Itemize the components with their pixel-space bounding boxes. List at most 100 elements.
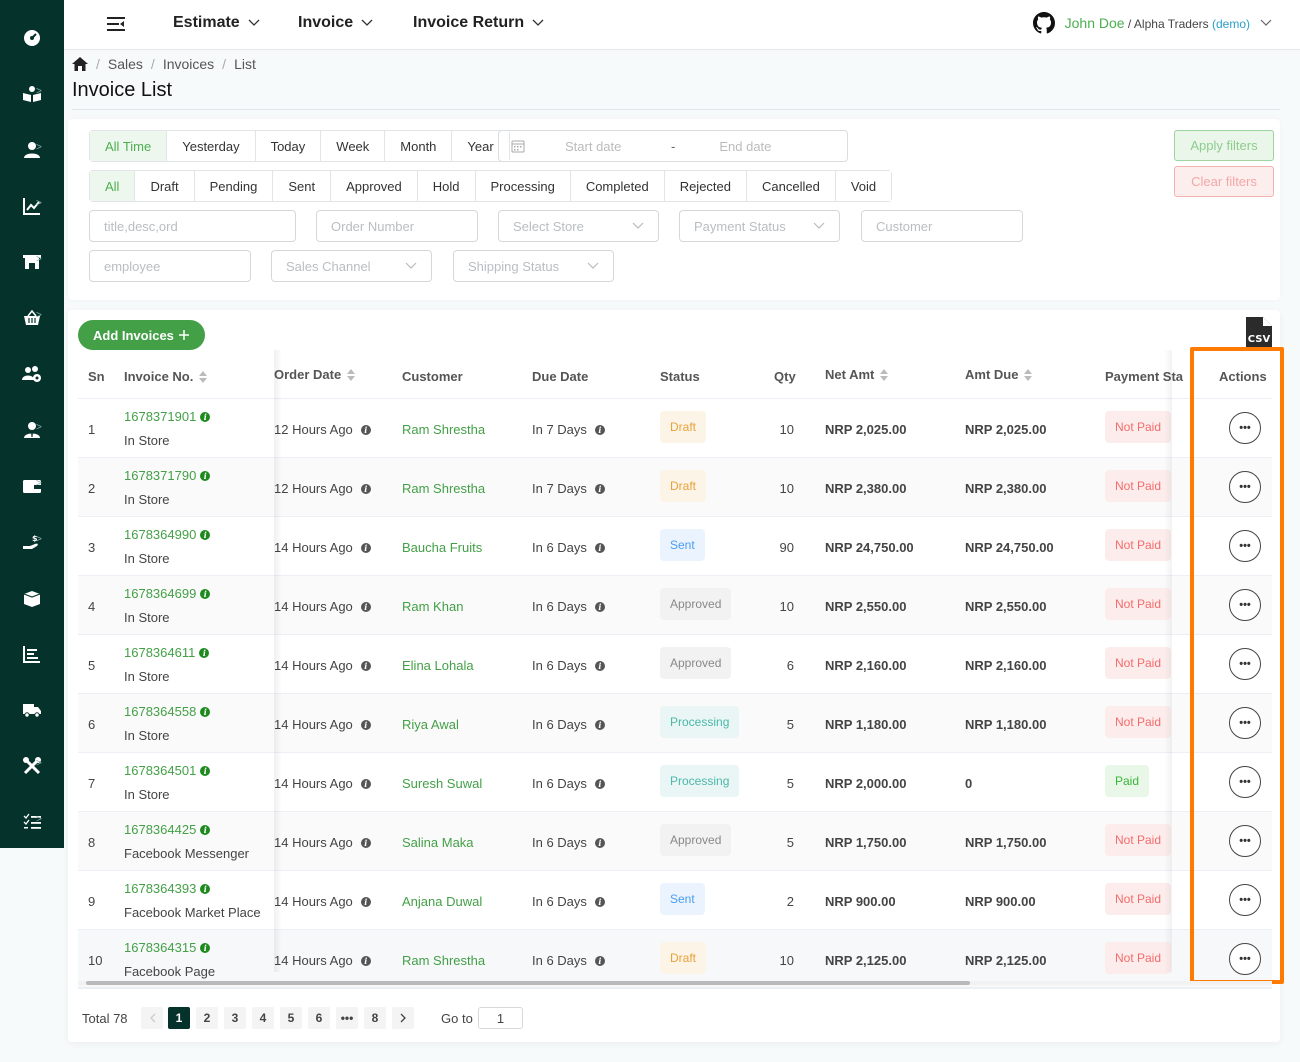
info-icon[interactable]: i — [200, 765, 211, 776]
info-icon[interactable]: i — [594, 837, 605, 848]
column-invoice-no[interactable]: Invoice No. — [124, 369, 208, 384]
info-icon[interactable]: i — [360, 424, 371, 435]
clear-filters-button[interactable]: Clear filters — [1174, 166, 1274, 197]
status-tab-approved[interactable]: Approved — [331, 171, 418, 201]
info-icon[interactable]: i — [360, 837, 371, 848]
sidebar-item-store[interactable]: > — [0, 242, 64, 282]
invoice-number-link[interactable]: 1678364425 i — [124, 822, 211, 837]
menu-invoice[interactable]: Invoice — [298, 14, 373, 32]
invoice-number-link[interactable]: 1678364393 i — [124, 881, 211, 896]
time-range-all-time[interactable]: All Time — [90, 131, 168, 161]
page-8[interactable]: 8 — [364, 1007, 386, 1029]
page-1[interactable]: 1 — [168, 1007, 190, 1029]
info-icon[interactable]: i — [594, 955, 605, 966]
info-icon[interactable]: i — [594, 601, 605, 612]
customer-link[interactable]: Suresh Suwal — [402, 776, 482, 791]
info-icon[interactable]: i — [200, 411, 211, 422]
customer-link[interactable]: Anjana Duwal — [402, 894, 482, 909]
customer-link[interactable]: Ram Khan — [402, 599, 463, 614]
time-range-week[interactable]: Week — [321, 131, 386, 161]
status-tab-draft[interactable]: Draft — [135, 171, 195, 201]
sidebar-item-employee[interactable]: > — [0, 410, 64, 450]
invoice-number-link[interactable]: 1678364558 i — [124, 704, 211, 719]
breadcrumb-sales[interactable]: Sales — [108, 56, 143, 72]
add-invoices-button[interactable]: Add Invoices — [78, 320, 205, 350]
status-tab-cancelled[interactable]: Cancelled — [747, 171, 836, 201]
info-icon[interactable]: i — [360, 660, 371, 671]
info-icon[interactable]: i — [200, 529, 211, 540]
info-icon[interactable]: i — [594, 896, 605, 907]
csv-export-icon[interactable]: CSV — [1246, 317, 1272, 347]
menu-estimate[interactable]: Estimate — [173, 14, 260, 32]
page-ellipsis[interactable]: ••• — [336, 1007, 358, 1029]
date-range-picker[interactable]: Start date - End date — [498, 130, 848, 162]
info-icon[interactable]: i — [360, 542, 371, 553]
sort-icon[interactable] — [199, 370, 208, 383]
page-4[interactable]: 4 — [252, 1007, 274, 1029]
status-tab-rejected[interactable]: Rejected — [664, 171, 747, 201]
row-actions-button[interactable]: ••• — [1229, 648, 1261, 680]
info-icon[interactable]: i — [360, 719, 371, 730]
customer-link[interactable]: Baucha Fruits — [402, 540, 482, 555]
column-order-date[interactable]: Order Date — [274, 367, 356, 382]
page-5[interactable]: 5 — [280, 1007, 302, 1029]
sidebar-item-chart[interactable]: > — [0, 186, 64, 226]
info-icon[interactable]: i — [200, 942, 211, 953]
time-range-today[interactable]: Today — [255, 131, 322, 161]
sidebar-item-box[interactable] — [0, 578, 64, 618]
time-range-month[interactable]: Month — [385, 131, 453, 161]
sort-icon[interactable] — [1024, 368, 1033, 381]
start-date-input[interactable]: Start date — [565, 139, 655, 154]
prev-page-button[interactable] — [141, 1007, 163, 1029]
info-icon[interactable]: i — [200, 824, 211, 835]
info-icon[interactable]: i — [360, 778, 371, 789]
customer-link[interactable]: Ram Shrestha — [402, 481, 485, 496]
invoice-number-link[interactable]: 1678371790 i — [124, 468, 211, 483]
github-icon[interactable] — [1032, 12, 1055, 34]
column-net-amt[interactable]: Net Amt — [825, 367, 889, 382]
search-input[interactable]: title,desc,ord — [89, 210, 296, 242]
sidebar-item-tools[interactable]: > — [0, 746, 64, 786]
payment-status-select[interactable]: Payment Status — [679, 210, 840, 242]
customer-link[interactable]: Elina Lohala — [402, 658, 474, 673]
row-actions-button[interactable]: ••• — [1229, 589, 1261, 621]
status-tab-completed[interactable]: Completed — [570, 171, 665, 201]
sidebar-item-report[interactable] — [0, 634, 64, 674]
status-tab-all[interactable]: All — [90, 171, 136, 201]
status-tab-sent[interactable]: Sent — [273, 171, 332, 201]
info-icon[interactable]: i — [594, 542, 605, 553]
row-actions-button[interactable]: ••• — [1229, 943, 1261, 975]
apply-filters-button[interactable]: Apply filters — [1174, 130, 1274, 161]
info-icon[interactable]: i — [200, 706, 211, 717]
info-icon[interactable]: i — [200, 470, 211, 481]
customer-link[interactable]: Riya Awal — [402, 717, 459, 732]
goto-page-input[interactable] — [478, 1007, 523, 1029]
sidebar-item-truck[interactable] — [0, 690, 64, 730]
info-icon[interactable]: i — [594, 719, 605, 730]
info-icon[interactable]: i — [360, 483, 371, 494]
sort-icon[interactable] — [880, 368, 889, 381]
status-tab-void[interactable]: Void — [835, 171, 892, 201]
info-icon[interactable]: i — [200, 588, 211, 599]
menu-collapse-icon[interactable] — [107, 16, 125, 32]
invoice-number-link[interactable]: 1678364611 i — [124, 645, 210, 660]
info-icon[interactable]: i — [594, 660, 605, 671]
invoice-number-link[interactable]: 1678364699 i — [124, 586, 211, 601]
invoice-number-link[interactable]: 1678364315 i — [124, 940, 211, 955]
breadcrumb-invoices[interactable]: Invoices — [163, 56, 214, 72]
info-icon[interactable]: i — [360, 955, 371, 966]
row-actions-button[interactable]: ••• — [1229, 766, 1261, 798]
row-actions-button[interactable]: ••• — [1229, 825, 1261, 857]
shipping-status-select[interactable]: Shipping Status — [453, 250, 614, 282]
row-actions-button[interactable]: ••• — [1229, 707, 1261, 739]
column-amt-due[interactable]: Amt Due — [965, 367, 1033, 382]
info-icon[interactable]: i — [594, 424, 605, 435]
status-tab-processing[interactable]: Processing — [475, 171, 571, 201]
sidebar-item-team-settings[interactable] — [0, 354, 64, 394]
user-menu[interactable]: John Doe / Alpha Traders (demo) — [1032, 12, 1272, 34]
store-select[interactable]: Select Store — [498, 210, 659, 242]
sidebar-item-catalog[interactable]: > — [0, 74, 64, 114]
end-date-input[interactable]: End date — [719, 139, 771, 154]
customer-link[interactable]: Ram Shrestha — [402, 953, 485, 968]
page-2[interactable]: 2 — [196, 1007, 218, 1029]
